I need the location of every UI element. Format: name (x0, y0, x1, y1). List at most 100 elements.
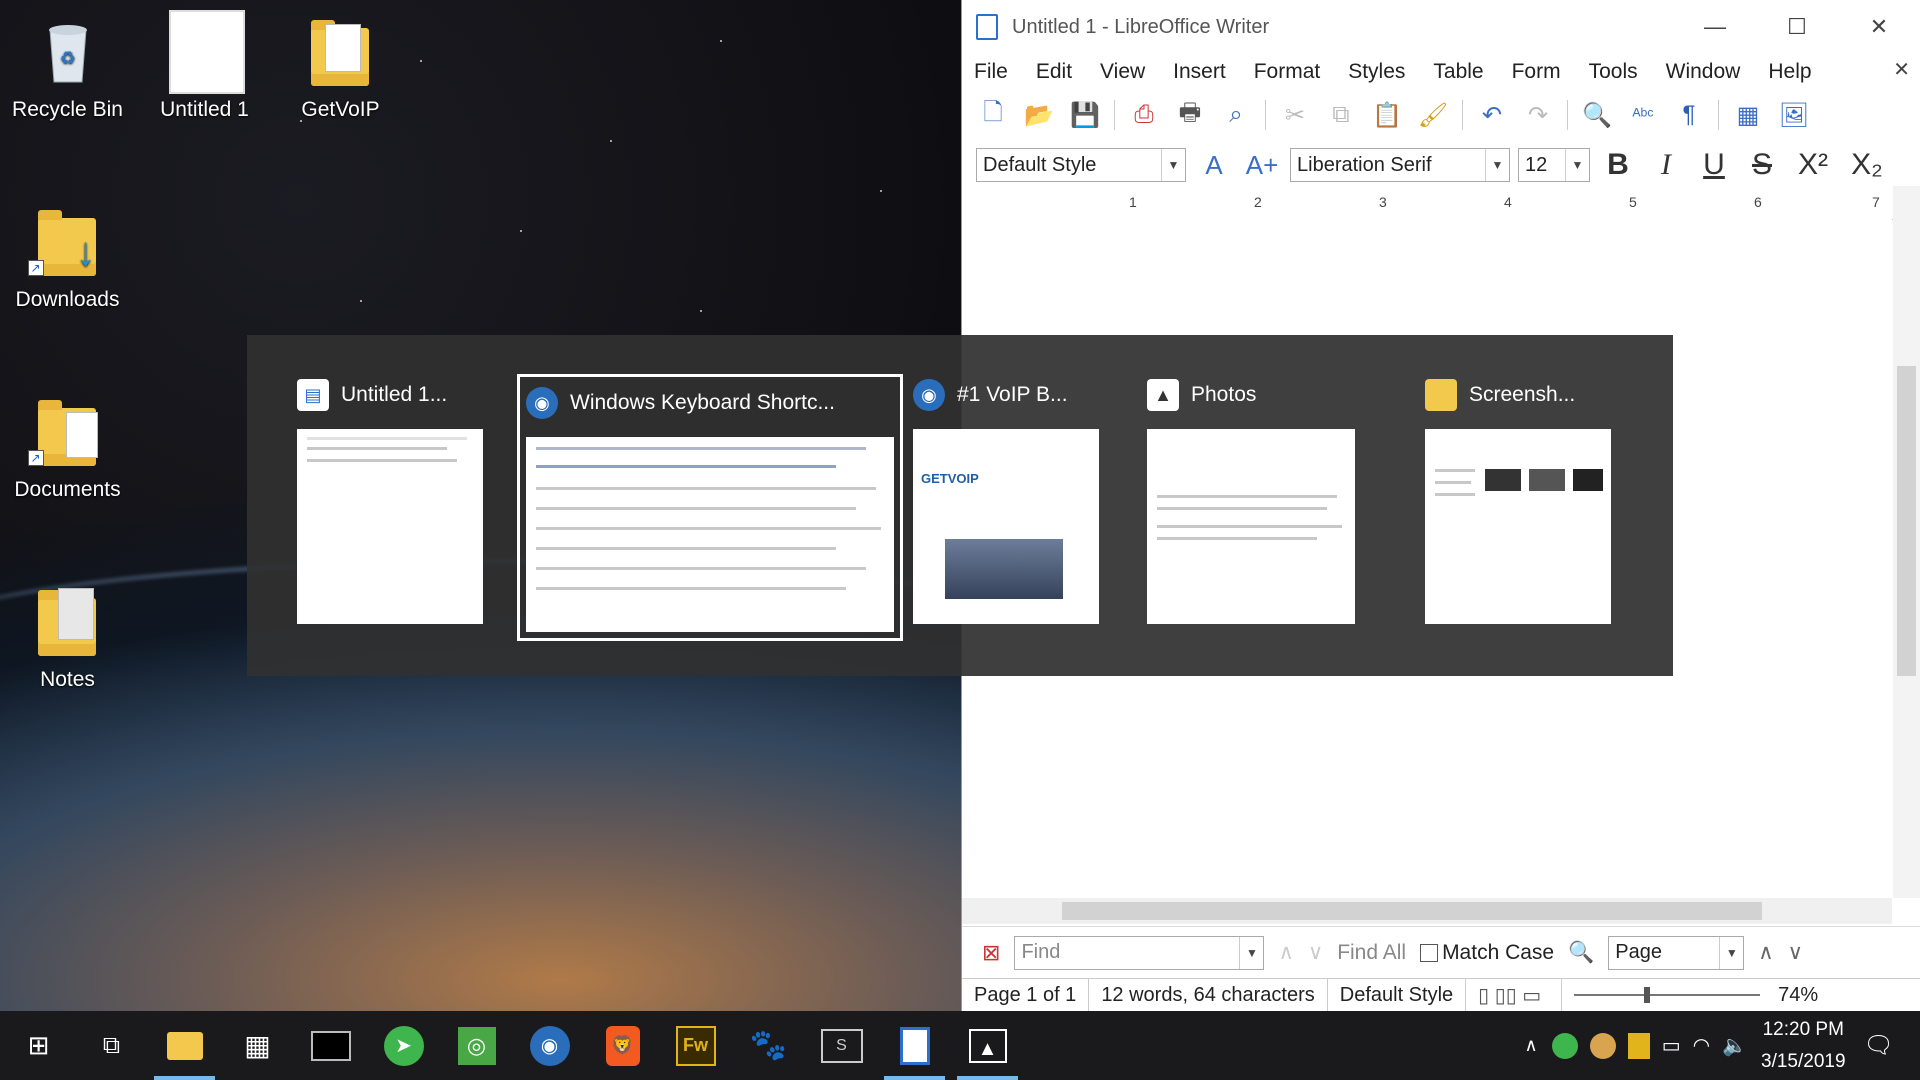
taskbar-gimp[interactable]: 🐾 (734, 1011, 803, 1080)
taskbar-writer[interactable] (880, 1011, 949, 1080)
taskbar-send-app[interactable]: ➤ (369, 1011, 438, 1080)
print-preview-icon[interactable]: ⌕ (1219, 98, 1253, 132)
taskbar-brave[interactable]: 🦁 (588, 1011, 657, 1080)
battery-icon[interactable]: ▭ (1662, 1033, 1681, 1058)
close-document-icon[interactable]: ✕ (1893, 57, 1910, 82)
wifi-icon[interactable]: ◠ (1693, 1033, 1710, 1058)
horizontal-scrollbar[interactable] (962, 898, 1892, 924)
zoom-slider[interactable] (1562, 979, 1772, 1011)
menu-insert[interactable]: Insert (1173, 60, 1226, 84)
desktop-icon-untitled-1[interactable]: Untitled 1 (142, 10, 267, 122)
font-size-select[interactable]: 12 ▼ (1518, 148, 1590, 182)
zoom-level[interactable]: 74% (1772, 984, 1818, 1007)
word-count[interactable]: 12 words, 64 characters (1089, 979, 1328, 1011)
tray-app-icon[interactable] (1627, 1032, 1650, 1059)
taskbar-file-explorer[interactable] (150, 1011, 219, 1080)
formatting-marks-icon[interactable]: ¶ (1672, 98, 1706, 132)
volume-icon[interactable]: 🔈 (1722, 1033, 1747, 1058)
scope-up-icon[interactable]: ∧ (1758, 940, 1773, 965)
find-replace-icon[interactable]: 🔍 (1580, 98, 1614, 132)
start-button[interactable]: ⊞ (4, 1011, 73, 1080)
update-style-icon[interactable]: A (1194, 150, 1234, 181)
notifications-icon[interactable]: 🗨 (1864, 1031, 1894, 1060)
insert-image-icon[interactable]: 🖼 (1777, 98, 1811, 132)
switcher-item-screenshots[interactable]: Screensh... (1425, 375, 1611, 624)
vertical-scrollbar[interactable] (1893, 186, 1920, 898)
switcher-item-untitled[interactable]: ▤ Untitled 1... (297, 375, 483, 624)
search-scope-select[interactable]: Page ▼ (1608, 935, 1745, 970)
scrollbar-thumb[interactable] (1062, 902, 1762, 920)
chevron-down-icon: ▼ (1239, 936, 1263, 969)
desktop-icon-recycle-bin[interactable]: ♻ Recycle Bin (5, 10, 130, 122)
find-input[interactable]: Find ▼ (1014, 935, 1265, 970)
menu-table[interactable]: Table (1433, 60, 1483, 84)
tray-app-icon[interactable] (1551, 1032, 1578, 1059)
switcher-item-photos[interactable]: ▲ Photos (1147, 375, 1355, 624)
spelling-icon[interactable]: ᴬᵇᶜ (1626, 98, 1660, 132)
copy-icon[interactable]: ⧉ (1324, 98, 1358, 132)
clock[interactable]: 12:20 PM 3/15/2019 (1761, 1014, 1846, 1078)
italic-button[interactable]: I (1646, 148, 1686, 182)
menu-edit[interactable]: Edit (1036, 60, 1072, 84)
taskbar-snagit[interactable]: S (807, 1011, 876, 1080)
new-document-icon[interactable]: 🗋 (976, 98, 1010, 132)
scrollbar-thumb[interactable] (1897, 366, 1916, 676)
bold-button[interactable]: B (1598, 148, 1638, 182)
menu-help[interactable]: Help (1768, 60, 1811, 84)
superscript-button[interactable]: X² (1790, 148, 1836, 182)
tray-app-icon[interactable] (1589, 1032, 1616, 1059)
cut-icon[interactable]: ✂ (1278, 98, 1312, 132)
view-layout-icons[interactable]: ▯ ▯▯ ▭ (1466, 979, 1563, 1011)
menu-file[interactable]: File (974, 60, 1008, 84)
menu-form[interactable]: Form (1512, 60, 1561, 84)
find-all-button[interactable]: Find All (1337, 941, 1406, 965)
taskbar-photos[interactable]: ▲ (953, 1011, 1022, 1080)
close-button[interactable]: ✕ (1838, 0, 1920, 54)
find-previous-icon[interactable]: ∧ (1278, 940, 1293, 965)
paragraph-style-select[interactable]: Default Style ▼ (976, 148, 1186, 182)
subscript-button[interactable]: X₂ (1844, 148, 1890, 182)
close-find-icon[interactable]: ⊠ (982, 940, 1000, 966)
minimize-button[interactable]: — (1674, 0, 1756, 54)
taskbar-rss-app[interactable]: ◎ (442, 1011, 511, 1080)
menu-tools[interactable]: Tools (1589, 60, 1638, 84)
title-bar[interactable]: Untitled 1 - LibreOffice Writer — ☐ ✕ (962, 0, 1920, 54)
insert-table-icon[interactable]: ▦ (1731, 98, 1765, 132)
scope-down-icon[interactable]: ∨ (1788, 940, 1803, 965)
task-view-button[interactable]: ⧉ (77, 1011, 146, 1080)
show-hidden-icons[interactable]: ∧ (1525, 1035, 1538, 1056)
find-next-icon[interactable]: ∨ (1308, 940, 1323, 965)
taskbar-calculator[interactable]: ▦ (223, 1011, 292, 1080)
switcher-item-windows-keyboard[interactable]: ◉ Windows Keyboard Shortc... (517, 374, 903, 641)
menu-view[interactable]: View (1100, 60, 1145, 84)
open-folder-icon[interactable]: 📂 (1022, 98, 1056, 132)
export-pdf-icon[interactable]: ⎙ (1127, 98, 1161, 132)
strikethrough-button[interactable]: S (1742, 148, 1782, 182)
desktop-icon-notes[interactable]: Notes (5, 580, 130, 692)
desktop-icon-documents[interactable]: ↗ Documents (5, 390, 130, 502)
paste-icon[interactable]: 📋 (1370, 98, 1404, 132)
undo-icon[interactable]: ↶ (1475, 98, 1509, 132)
match-case-checkbox[interactable]: Match Case (1420, 941, 1554, 965)
taskbar-terminal[interactable] (296, 1011, 365, 1080)
page-style[interactable]: Default Style (1328, 979, 1467, 1011)
switcher-item-voip[interactable]: ◉ #1 VoIP B... GETVOIP (913, 375, 1099, 624)
find-replace-icon[interactable]: 🔍 (1568, 941, 1594, 965)
menu-format[interactable]: Format (1254, 60, 1321, 84)
menu-styles[interactable]: Styles (1348, 60, 1405, 84)
clone-formatting-icon[interactable]: 🖌 (1416, 98, 1450, 132)
windows-icon: ⊞ (27, 1030, 50, 1060)
desktop-icon-downloads[interactable]: ↓ ↗ Downloads (5, 200, 130, 312)
font-name-select[interactable]: Liberation Serif ▼ (1290, 148, 1510, 182)
new-style-icon[interactable]: A+ (1242, 150, 1282, 181)
print-icon[interactable]: 🖶 (1173, 98, 1207, 132)
page-count[interactable]: Page 1 of 1 (962, 979, 1090, 1011)
taskbar-fireworks[interactable]: Fw (661, 1011, 730, 1080)
redo-icon[interactable]: ↷ (1521, 98, 1555, 132)
underline-button[interactable]: U (1694, 148, 1734, 182)
maximize-button[interactable]: ☐ (1756, 0, 1838, 54)
menu-window[interactable]: Window (1666, 60, 1741, 84)
taskbar-browser[interactable]: ◉ (515, 1011, 584, 1080)
save-icon[interactable]: 💾 (1068, 98, 1102, 132)
desktop-icon-getvoip[interactable]: GetVoIP (278, 10, 403, 122)
